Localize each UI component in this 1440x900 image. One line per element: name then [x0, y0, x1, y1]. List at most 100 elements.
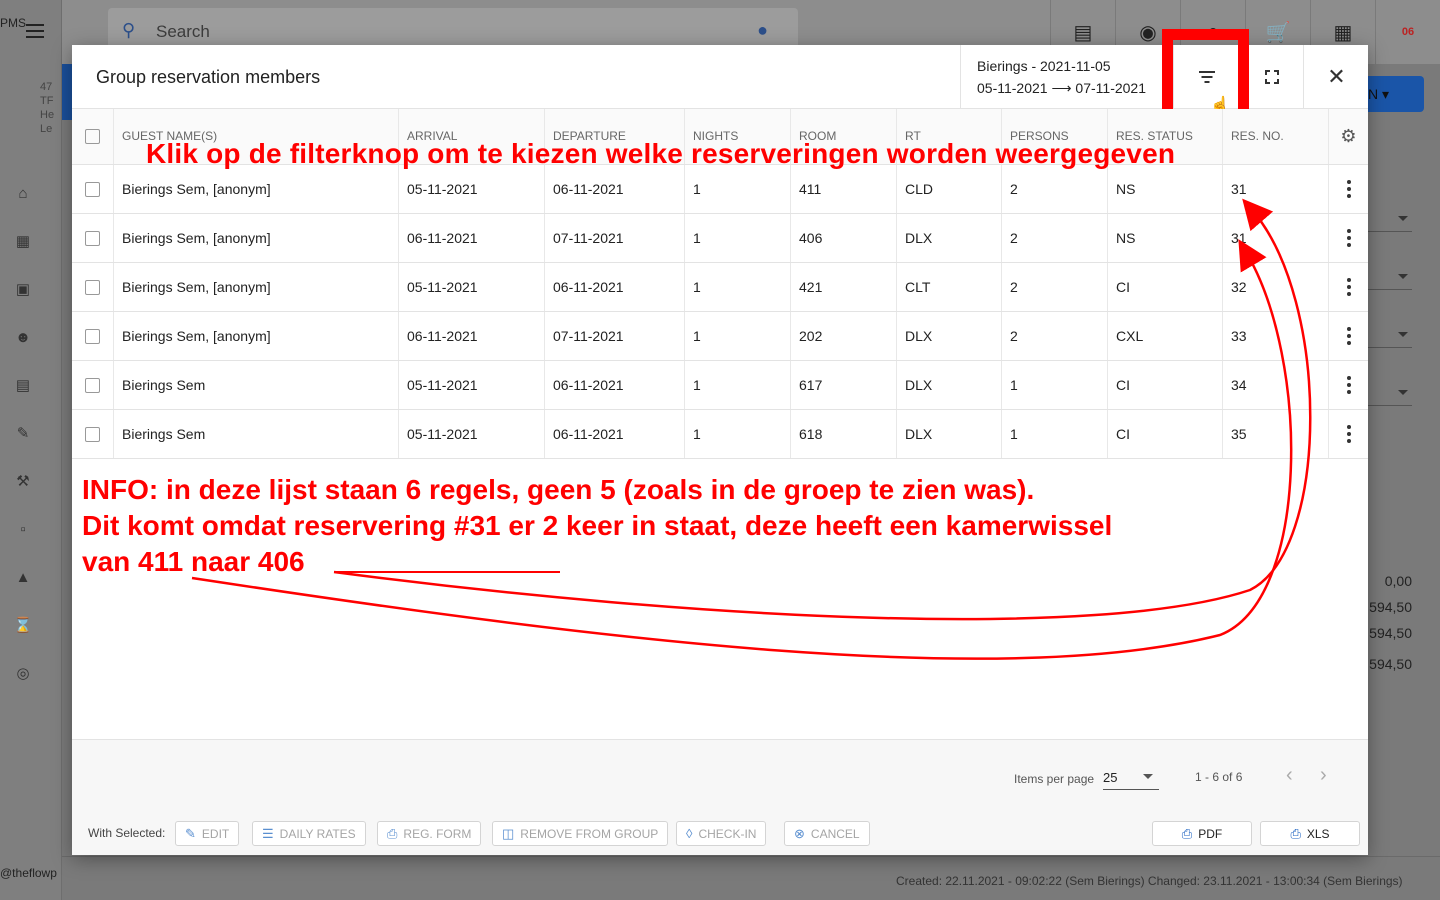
table-row[interactable]: Bierings Sem 05-11-2021 06-11-2021 1 618 DLX 1… [72, 410, 1368, 459]
search-input[interactable]: Search [156, 22, 210, 42]
more-vert-icon[interactable] [1346, 229, 1351, 247]
table-cell: DLX [896, 214, 1001, 262]
table-cell: 421 [790, 263, 896, 311]
table-cell: Bierings Sem, [anonym] [113, 214, 398, 262]
row-checkbox[interactable] [85, 426, 100, 442]
table-row[interactable]: Bierings Sem, [anonym] 05-11-2021 06-11-20… [72, 263, 1368, 312]
row-menu-cell [1328, 165, 1368, 213]
close-icon: ✕ [1327, 64, 1346, 89]
table-cell: Bierings Sem, [anonym] [113, 263, 398, 311]
app-label: PMS [0, 16, 27, 30]
brush-icon[interactable]: ✎ [0, 410, 46, 458]
previous-page-icon[interactable]: ‹ [1286, 764, 1293, 787]
pencil-icon: ✎ [185, 825, 196, 841]
wrench-icon[interactable]: ⚒ [0, 458, 46, 506]
support-icon[interactable]: ◎ [0, 650, 46, 698]
table-row[interactable]: Bierings Sem, [anonym] 06-11-2021 07-11-20… [72, 312, 1368, 361]
table-cell: 1 [684, 263, 790, 311]
row-checkbox[interactable] [85, 279, 100, 295]
menu-icon[interactable] [26, 24, 44, 38]
microphone-icon[interactable]: ● [757, 20, 768, 41]
items-per-page-select[interactable]: 25 [1103, 768, 1159, 790]
check-in-button[interactable]: ◊ CHECK-IN [676, 821, 767, 846]
table-cell: 1 [684, 312, 790, 360]
row-checkbox[interactable] [85, 181, 100, 197]
store-icon[interactable]: ▣ [0, 266, 46, 314]
dialog-title: Group reservation members [96, 67, 321, 87]
row-select-cell [72, 312, 113, 360]
table-cell: 617 [790, 361, 896, 409]
table-cell: 1 [684, 165, 790, 213]
calendar-icon[interactable]: 06 [1375, 0, 1440, 64]
row-select-cell [72, 165, 113, 213]
table-row[interactable]: Bierings Sem, [anonym] 06-11-2021 07-11-20… [72, 214, 1368, 263]
more-vert-icon[interactable] [1346, 180, 1351, 198]
home-icon[interactable]: ⌂ [0, 170, 46, 218]
row-select-cell [72, 410, 113, 458]
more-vert-icon[interactable] [1346, 376, 1351, 394]
row-menu-cell [1328, 410, 1368, 458]
table-cell: CI [1107, 410, 1222, 458]
table-cell: Bierings Sem [113, 410, 398, 458]
service-icon[interactable]: ▲ [0, 554, 46, 602]
background-dropdown[interactable] [1368, 376, 1412, 406]
gear-icon[interactable]: ⚙ [1340, 126, 1356, 147]
background-value: 594,50 [1369, 656, 1412, 672]
background-dropdown[interactable] [1368, 202, 1412, 232]
edit-button[interactable]: ✎ EDIT [175, 821, 240, 846]
list-icon[interactable]: ▤ [0, 362, 46, 410]
people-icon[interactable]: ☻ [0, 314, 46, 362]
cancel-button[interactable]: ⊗ CANCEL [784, 821, 870, 846]
annotation-info-line: van 411 naar 406 [82, 546, 305, 577]
close-button[interactable]: ✕ [1303, 45, 1369, 109]
select-all-checkbox[interactable] [85, 129, 100, 144]
table-cell: NS [1107, 214, 1222, 262]
reg-form-label: REG. FORM [403, 826, 472, 841]
row-checkbox[interactable] [85, 328, 100, 344]
table-row[interactable]: Bierings Sem 05-11-2021 06-11-2021 1 617 DLX 1… [72, 361, 1368, 410]
pagination-range: 1 - 6 of 6 [1195, 770, 1243, 784]
table-cell: 2 [1001, 165, 1107, 213]
more-vert-icon[interactable] [1346, 278, 1351, 296]
table-cell: 06-11-2021 [544, 263, 684, 311]
edit-label: EDIT [201, 826, 230, 841]
pdf-button[interactable]: ⎙ PDF [1152, 821, 1252, 846]
table-cell: 05-11-2021 [398, 410, 544, 458]
row-checkbox[interactable] [85, 230, 100, 246]
side-fragment-line: Le [40, 123, 53, 135]
next-page-icon[interactable]: › [1320, 764, 1327, 787]
row-select-cell [72, 361, 113, 409]
table-cell: 06-11-2021 [544, 410, 684, 458]
reg-form-button[interactable]: ⎙ REG. FORM [377, 821, 482, 846]
row-checkbox[interactable] [85, 377, 100, 393]
table-cell: 2 [1001, 312, 1107, 360]
xls-button[interactable]: ⎙ XLS [1260, 821, 1360, 846]
table-row[interactable]: Bierings Sem, [anonym] 05-11-2021 06-11-20… [72, 165, 1368, 214]
column-header[interactable]: RES. NO. [1222, 109, 1328, 164]
background-dropdown[interactable] [1368, 260, 1412, 290]
more-vert-icon[interactable] [1346, 425, 1351, 443]
table-cell: 07-11-2021 [544, 312, 684, 360]
action-bar: With Selected: ✎ EDIT ☰ DAILY RATES ⎙ REG. … [72, 811, 1368, 855]
table-cell: 06-11-2021 [544, 361, 684, 409]
background-action-button[interactable]: N ▾ [1360, 76, 1424, 112]
remove-from-group-button[interactable]: ◫ REMOVE FROM GROUP [492, 821, 669, 846]
hourglass-icon[interactable]: ⌛ [0, 602, 46, 650]
annotation-info-line: Dit komt omdat reservering #31 er 2 keer… [82, 510, 1113, 541]
dashboard-icon[interactable]: ▦ [0, 218, 46, 266]
trash-icon: ◫ [502, 825, 515, 841]
table-cell: 31 [1222, 214, 1328, 262]
table-cell: CXL [1107, 312, 1222, 360]
table-cell: 1 [684, 410, 790, 458]
daily-rates-button[interactable]: ☰ DAILY RATES [252, 821, 366, 846]
calendar-badge: 06 [1401, 26, 1415, 38]
background-dropdown[interactable] [1368, 318, 1412, 348]
row-select-cell [72, 214, 113, 262]
document-icon[interactable]: ▫ [0, 506, 46, 554]
table-cell: 06-11-2021 [544, 165, 684, 213]
direction-icon: ◊ [686, 826, 693, 841]
table-cell: DLX [896, 410, 1001, 458]
more-vert-icon[interactable] [1346, 327, 1351, 345]
highlight-box [1162, 29, 1249, 120]
sidebar-icons: ⌂ ▦ ▣ ☻ ▤ ✎ ⚒ ▫ ▲ ⌛ ◎ [0, 170, 46, 698]
